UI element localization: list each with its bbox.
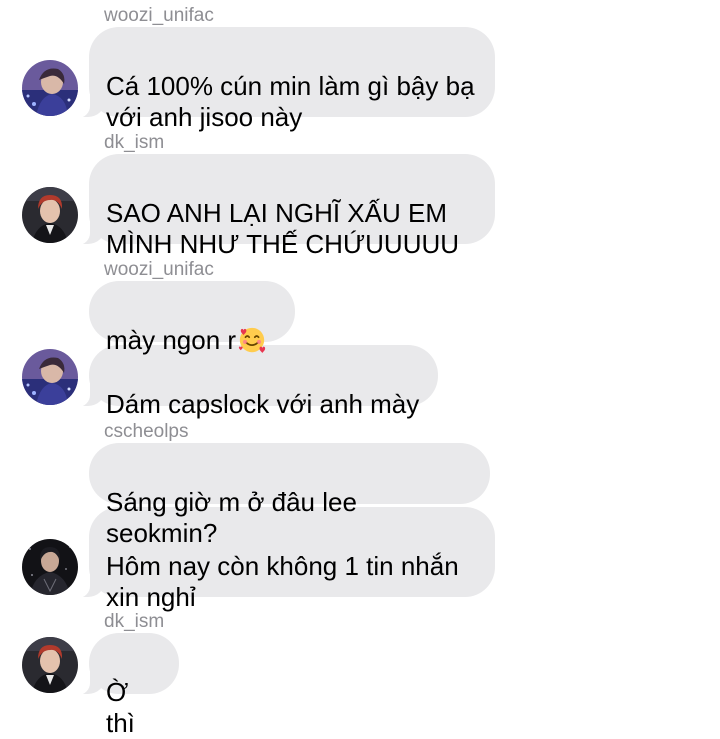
sender-name: dk_ism: [104, 611, 165, 632]
message-bubble[interactable]: Ờ thì: [77, 633, 179, 738]
sender-name: woozi_unifac: [104, 259, 214, 280]
sender-name: woozi_unifac: [104, 5, 214, 26]
message-text: Ờ thì: [106, 677, 135, 738]
avatar-woozi[interactable]: [22, 349, 78, 405]
avatar-image: [22, 539, 78, 595]
avatar-woozi[interactable]: [22, 60, 78, 116]
message-bubble[interactable]: Cá 100% cún min làm gì bậy bạ với anh ji…: [77, 27, 495, 132]
message-bubble[interactable]: mày ngon r: [89, 281, 295, 355]
avatar-dk[interactable]: [22, 187, 78, 243]
avatar-cscheolps[interactable]: [22, 539, 78, 595]
message-text-content: mày ngon r: [106, 325, 237, 355]
avatar-image: [22, 187, 78, 243]
message-bubble[interactable]: Sáng giờ m ở đâu lee seokmin?: [89, 443, 490, 548]
sender-name: dk_ism: [104, 132, 165, 153]
smiling-face-with-hearts-icon: [238, 327, 266, 354]
avatar-image: [22, 349, 78, 405]
message-text: Dám capslock với anh mày: [106, 389, 420, 419]
sender-name: cscheolps: [104, 421, 189, 442]
message-text: SAO ANH LẠI NGHĨ XẤU EM MÌNH NHƯ THẾ CHỨ…: [106, 198, 460, 259]
avatar-image: [22, 637, 78, 693]
avatar-image: [22, 60, 78, 116]
message-text: Cá 100% cún min làm gì bậy bạ với anh ji…: [106, 71, 475, 132]
message-text: Hôm nay còn không 1 tin nhắn xin nghỉ: [106, 551, 459, 612]
avatar-dk[interactable]: [22, 637, 78, 693]
message-text: mày ngon r: [106, 325, 267, 355]
message-bubble[interactable]: SAO ANH LẠI NGHĨ XẤU EM MÌNH NHƯ THẾ CHỨ…: [77, 154, 495, 259]
